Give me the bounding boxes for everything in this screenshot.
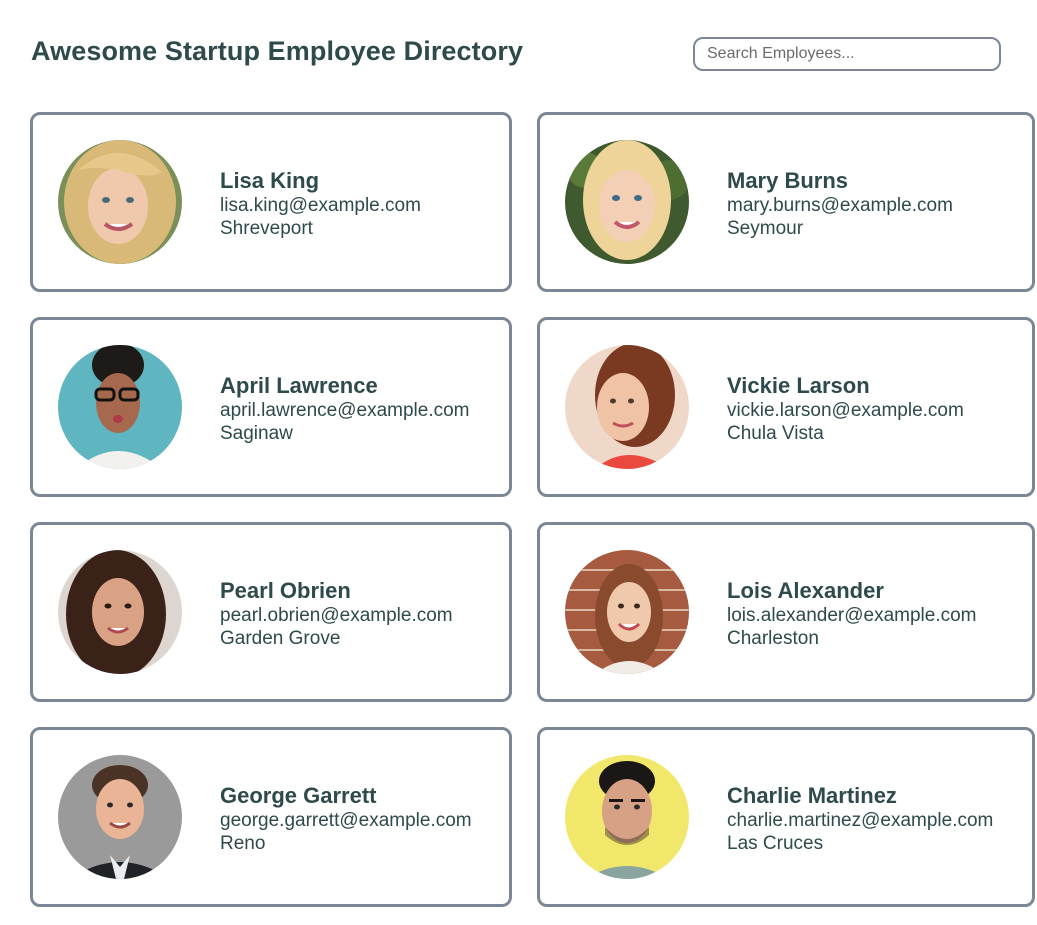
employee-email: pearl.obrien@example.com	[220, 605, 453, 626]
man-portrait-yellow-bg-icon	[565, 755, 689, 879]
employee-city: Saginaw	[220, 423, 293, 444]
employee-info: Mary Burns mary.burns@example.com Seymou…	[727, 168, 953, 240]
employee-card[interactable]: April Lawrence april.lawrence@example.co…	[30, 317, 512, 497]
employee-city: Shreveport	[220, 218, 313, 239]
avatar	[58, 550, 182, 674]
avatar	[565, 550, 689, 674]
employee-info: April Lawrence april.lawrence@example.co…	[220, 373, 470, 445]
employee-email: charlie.martinez@example.com	[727, 810, 994, 831]
employee-info: Charlie Martinez charlie.martinez@exampl…	[727, 783, 993, 855]
employee-card[interactable]: Lisa King lisa.king@example.com Shrevepo…	[30, 112, 512, 292]
employee-email: vickie.larson@example.com	[727, 400, 964, 421]
avatar	[58, 755, 182, 879]
woman-portrait-glasses-teal-bg-icon	[58, 345, 182, 469]
employee-name: Mary Burns	[727, 168, 849, 193]
search-box[interactable]	[693, 37, 1001, 71]
employee-city: Las Cruces	[727, 833, 824, 854]
employee-card[interactable]: Mary Burns mary.burns@example.com Seymou…	[537, 112, 1035, 292]
avatar	[565, 755, 689, 879]
employee-name: Vickie Larson	[727, 373, 870, 398]
search-input[interactable]	[695, 39, 999, 69]
avatar	[58, 140, 182, 264]
employee-name: Lois Alexander	[727, 578, 884, 603]
employee-city: Charleston	[727, 628, 819, 649]
employee-info: Vickie Larson vickie.larson@example.com …	[727, 373, 964, 445]
employee-email: mary.burns@example.com	[727, 195, 953, 216]
employee-card[interactable]: Vickie Larson vickie.larson@example.com …	[537, 317, 1035, 497]
employee-info: George Garrett george.garrett@example.co…	[220, 783, 472, 855]
employee-card[interactable]: Pearl Obrien pearl.obrien@example.com Ga…	[30, 522, 512, 702]
employee-name: Lisa King	[220, 168, 320, 193]
woman-portrait-brick-bg-icon	[565, 550, 689, 674]
employee-email: april.lawrence@example.com	[220, 400, 470, 421]
employee-name: Pearl Obrien	[220, 578, 351, 603]
woman-portrait-auburn-icon	[565, 345, 689, 469]
employee-card[interactable]: Charlie Martinez charlie.martinez@exampl…	[537, 727, 1035, 907]
avatar	[565, 345, 689, 469]
employee-city: Seymour	[727, 218, 804, 239]
employee-email: lisa.king@example.com	[220, 195, 421, 216]
employee-name: April Lawrence	[220, 373, 378, 398]
woman-portrait-dark-hair-icon	[58, 550, 182, 674]
employee-info: Lois Alexander lois.alexander@example.co…	[727, 578, 977, 650]
woman-portrait-blonde-green-bg-icon	[565, 140, 689, 264]
employee-city: Garden Grove	[220, 628, 341, 649]
employee-email: lois.alexander@example.com	[727, 605, 977, 626]
employee-name: George Garrett	[220, 783, 377, 808]
woman-portrait-blonde-wavy-icon	[58, 140, 182, 264]
employee-city: Reno	[220, 833, 266, 854]
avatar	[58, 345, 182, 469]
man-portrait-suit-icon	[58, 755, 182, 879]
avatar	[565, 140, 689, 264]
employee-city: Chula Vista	[727, 423, 824, 444]
employee-card[interactable]: Lois Alexander lois.alexander@example.co…	[537, 522, 1035, 702]
employee-info: Lisa King lisa.king@example.com Shrevepo…	[220, 168, 421, 240]
employee-name: Charlie Martinez	[727, 783, 897, 808]
page-title: Awesome Startup Employee Directory	[31, 36, 524, 66]
employee-card[interactable]: George Garrett george.garrett@example.co…	[30, 727, 512, 907]
employee-email: george.garrett@example.com	[220, 810, 472, 831]
directory-page: Awesome Startup Employee Directory Lisa …	[0, 0, 1037, 925]
employee-info: Pearl Obrien pearl.obrien@example.com Ga…	[220, 578, 453, 650]
